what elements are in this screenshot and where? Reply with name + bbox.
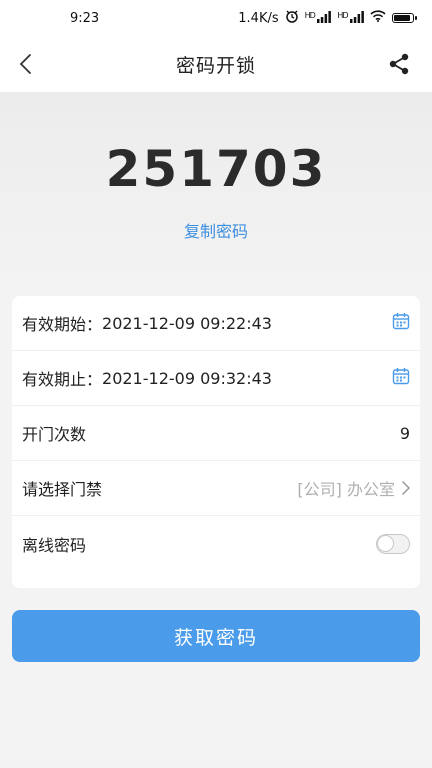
chevron-right-icon [402, 481, 410, 495]
start-time-value: 2021-12-09 09:22:43 [102, 313, 272, 333]
end-time-label: 有效期止： [22, 370, 103, 389]
door-select-label: 请选择门禁 [22, 480, 103, 499]
page-title: 密码开锁 [175, 54, 256, 77]
end-time-row[interactable]: 有效期止： 2021-12-09 09:32:43 [12, 351, 420, 406]
settings-card: 有效期始： 2021-12-09 09:22:43 有效期止： 2021-12-… [12, 296, 420, 588]
open-count-row[interactable]: 开门次数 9 [12, 406, 420, 461]
alarm-icon [285, 9, 299, 27]
wifi-icon [370, 10, 386, 26]
signal-icon-1: HD [305, 10, 332, 26]
share-button[interactable] [386, 50, 412, 78]
status-bar: 9:23 1.4K/s HD HD [0, 0, 432, 36]
door-select-value: [公司] 办公室 [297, 480, 395, 499]
offline-password-row: 离线密码 [12, 516, 420, 571]
offline-password-toggle[interactable] [376, 533, 410, 554]
calendar-icon[interactable] [392, 367, 410, 389]
open-count-label: 开门次数 [22, 425, 87, 444]
signal-icon-2: HD [337, 10, 364, 26]
offline-password-label: 离线密码 [22, 535, 87, 555]
open-count-value[interactable]: 9 [400, 424, 410, 443]
calendar-icon[interactable] [392, 312, 410, 334]
end-time-value: 2021-12-09 09:32:43 [102, 368, 272, 388]
back-button[interactable] [10, 49, 40, 79]
start-time-row[interactable]: 有效期始： 2021-12-09 09:22:43 [12, 296, 420, 351]
door-select-value-group: [公司] 办公室 [297, 476, 410, 500]
network-speed: 1.4K/s [238, 10, 279, 26]
start-time-label: 有效期始： [22, 315, 103, 334]
app-bar: 密码开锁 [0, 36, 432, 92]
toggle-knob [377, 534, 394, 552]
chevron-left-icon [19, 54, 31, 74]
password-code: 251703 [105, 140, 327, 198]
copy-password-link[interactable]: 复制密码 [0, 218, 432, 242]
status-time: 9:23 [70, 10, 100, 26]
status-icons: 1.4K/s HD HD [238, 9, 417, 27]
get-password-button[interactable]: 获取密码 [12, 610, 420, 662]
door-select-row[interactable]: 请选择门禁 [公司] 办公室 [12, 461, 420, 516]
battery-icon [392, 13, 417, 23]
share-icon [389, 53, 409, 75]
